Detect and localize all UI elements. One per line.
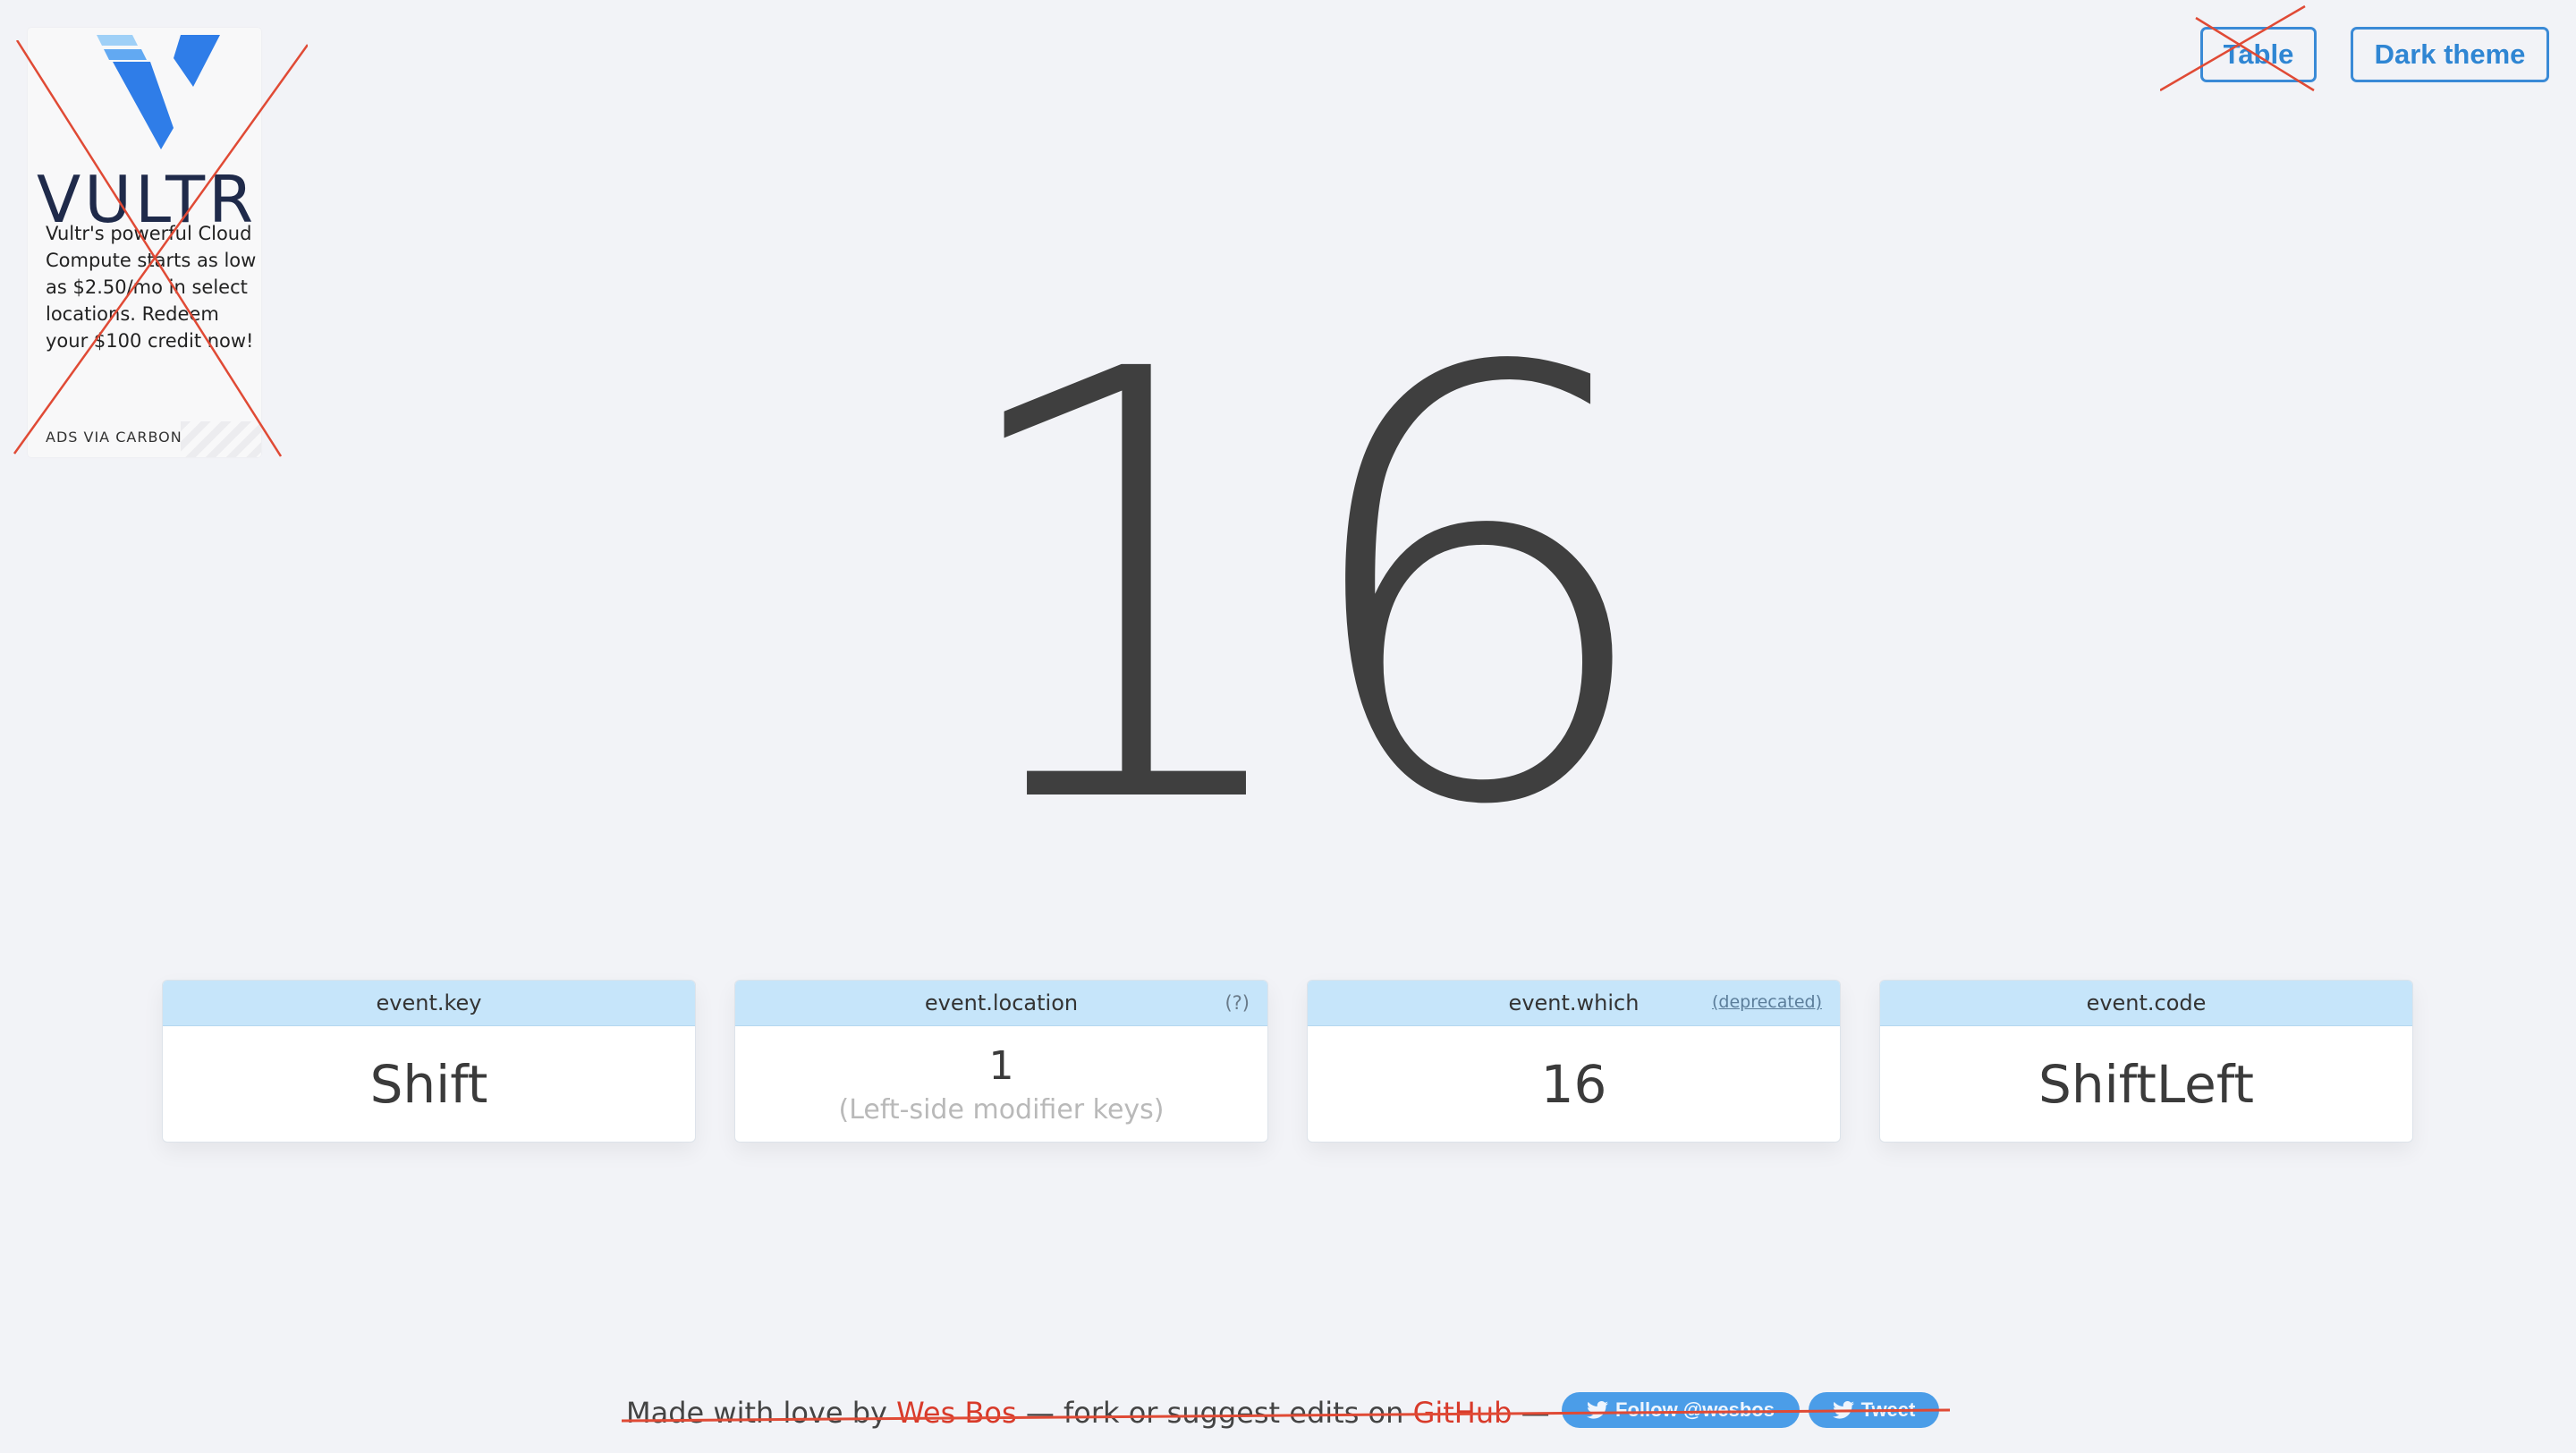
card-title: event.key	[376, 990, 482, 1015]
deprecated-link[interactable]: (deprecated)	[1712, 992, 1822, 1012]
card-header: event.which (deprecated)	[1308, 981, 1840, 1026]
card-header: event.code	[1880, 981, 2412, 1026]
card-body: 1 (Left-side modifier keys)	[735, 1026, 1267, 1142]
page: VULTR Vultr's powerful Cloud Compute sta…	[0, 0, 2576, 1453]
tweet-button[interactable]: Tweet	[1809, 1392, 1939, 1428]
author-link[interactable]: Wes Bos	[896, 1396, 1017, 1430]
card-value: 1	[988, 1042, 1014, 1089]
follow-button[interactable]: Follow @wesbos	[1562, 1392, 1800, 1428]
keycode-display: 16	[939, 246, 1664, 934]
card-title: event.code	[2086, 990, 2207, 1015]
card-value: ShiftLeft	[2038, 1054, 2254, 1115]
vultr-logo-icon	[97, 35, 220, 149]
card-description: (Left-side modifier keys)	[838, 1093, 1165, 1126]
help-link[interactable]: (?)	[1224, 992, 1250, 1014]
card-value: Shift	[369, 1054, 488, 1115]
card-event-location: event.location (?) 1 (Left-side modifier…	[734, 980, 1268, 1143]
card-header: event.key	[163, 981, 695, 1026]
table-button[interactable]: Table	[2200, 27, 2317, 82]
footer-suffix: —	[1512, 1396, 1550, 1430]
twitter-bird-icon	[1587, 1401, 1609, 1419]
card-header: event.location (?)	[735, 981, 1267, 1026]
footer-middle: — fork or suggest edits on	[1016, 1396, 1413, 1430]
card-event-code: event.code ShiftLeft	[1879, 980, 2413, 1143]
footer-prefix: Made with love by	[626, 1396, 897, 1430]
card-body: Shift	[163, 1026, 695, 1142]
dark-theme-button[interactable]: Dark theme	[2351, 27, 2549, 82]
card-title: event.location	[924, 990, 1079, 1015]
card-body: ShiftLeft	[1880, 1026, 2412, 1142]
card-event-which: event.which (deprecated) 16	[1307, 980, 1841, 1143]
event-cards: event.key Shift event.location (?) 1 (Le…	[162, 980, 2414, 1143]
follow-label: Follow @wesbos	[1615, 1398, 1775, 1421]
github-link[interactable]: GitHub	[1413, 1396, 1513, 1430]
card-event-key: event.key Shift	[162, 980, 696, 1143]
tweet-label: Tweet	[1860, 1398, 1916, 1421]
card-body: 16	[1308, 1026, 1840, 1142]
card-value: 16	[1540, 1054, 1607, 1115]
card-title: event.which	[1508, 990, 1640, 1015]
twitter-bird-icon	[1832, 1401, 1854, 1419]
